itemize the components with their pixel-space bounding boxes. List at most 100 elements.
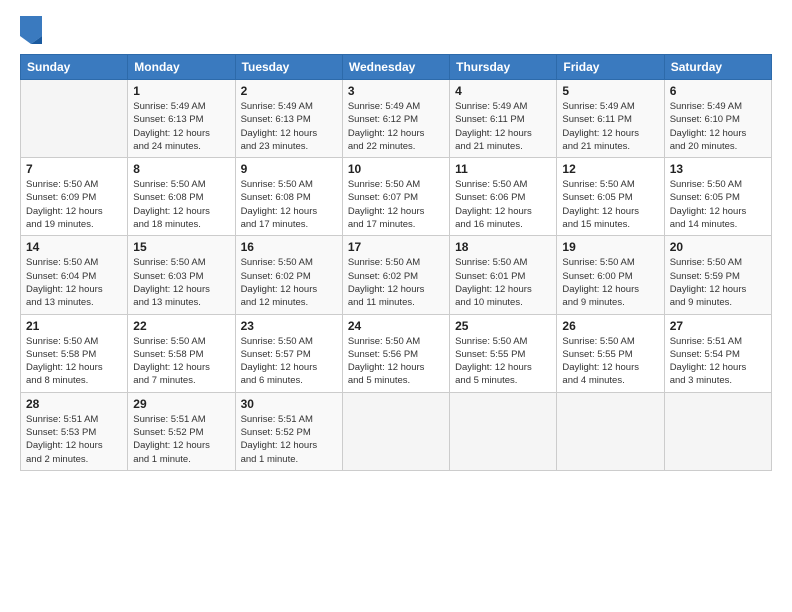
calendar-cell: 7 Sunrise: 5:50 AM Sunset: 6:09 PM Daylig…: [21, 158, 128, 236]
calendar-cell: 29 Sunrise: 5:51 AM Sunset: 5:52 PM Dayli…: [128, 392, 235, 470]
header: [20, 16, 772, 44]
calendar-cell: 8 Sunrise: 5:50 AM Sunset: 6:08 PM Daylig…: [128, 158, 235, 236]
day-info: Sunrise: 5:49 AM Sunset: 6:13 PM Dayligh…: [133, 100, 229, 153]
day-number: 27: [670, 319, 766, 333]
day-number: 23: [241, 319, 337, 333]
calendar-cell: 28 Sunrise: 5:51 AM Sunset: 5:53 PM Dayli…: [21, 392, 128, 470]
calendar-cell: [342, 392, 449, 470]
page: SundayMondayTuesdayWednesdayThursdayFrid…: [0, 0, 792, 612]
day-number: 16: [241, 240, 337, 254]
day-number: 24: [348, 319, 444, 333]
day-info: Sunrise: 5:50 AM Sunset: 5:59 PM Dayligh…: [670, 256, 766, 309]
day-info: Sunrise: 5:51 AM Sunset: 5:52 PM Dayligh…: [241, 413, 337, 466]
day-number: 2: [241, 84, 337, 98]
day-number: 21: [26, 319, 122, 333]
day-number: 14: [26, 240, 122, 254]
day-number: 10: [348, 162, 444, 176]
calendar-cell: [664, 392, 771, 470]
day-info: Sunrise: 5:50 AM Sunset: 6:03 PM Dayligh…: [133, 256, 229, 309]
calendar-cell: 25Sunrise: 5:50 AM Sunset: 5:55 PM Dayli…: [450, 314, 557, 392]
day-info: Sunrise: 5:51 AM Sunset: 5:53 PM Dayligh…: [26, 413, 122, 466]
column-header-sunday: Sunday: [21, 55, 128, 80]
day-number: 19: [562, 240, 658, 254]
calendar-cell: 19 Sunrise: 5:50 AM Sunset: 6:00 PM Dayli…: [557, 236, 664, 314]
calendar-cell: 17Sunrise: 5:50 AM Sunset: 6:02 PM Dayli…: [342, 236, 449, 314]
day-number: 18: [455, 240, 551, 254]
day-number: 12: [562, 162, 658, 176]
day-info: Sunrise: 5:49 AM Sunset: 6:12 PM Dayligh…: [348, 100, 444, 153]
calendar-cell: 18Sunrise: 5:50 AM Sunset: 6:01 PM Dayli…: [450, 236, 557, 314]
day-number: 3: [348, 84, 444, 98]
week-row-4: 21 Sunrise: 5:50 AM Sunset: 5:58 PM Dayli…: [21, 314, 772, 392]
day-info: Sunrise: 5:50 AM Sunset: 5:57 PM Dayligh…: [241, 335, 337, 388]
day-info: Sunrise: 5:51 AM Sunset: 5:52 PM Dayligh…: [133, 413, 229, 466]
calendar-cell: 22 Sunrise: 5:50 AM Sunset: 5:58 PM Dayli…: [128, 314, 235, 392]
calendar-cell: 6 Sunrise: 5:49 AM Sunset: 6:10 PM Daylig…: [664, 80, 771, 158]
day-info: Sunrise: 5:50 AM Sunset: 6:09 PM Dayligh…: [26, 178, 122, 231]
day-number: 25: [455, 319, 551, 333]
day-number: 30: [241, 397, 337, 411]
logo: [20, 16, 46, 44]
calendar-cell: 2 Sunrise: 5:49 AM Sunset: 6:13 PM Daylig…: [235, 80, 342, 158]
calendar-cell: 20Sunrise: 5:50 AM Sunset: 5:59 PM Dayli…: [664, 236, 771, 314]
day-info: Sunrise: 5:50 AM Sunset: 5:58 PM Dayligh…: [133, 335, 229, 388]
column-header-thursday: Thursday: [450, 55, 557, 80]
day-info: Sunrise: 5:49 AM Sunset: 6:10 PM Dayligh…: [670, 100, 766, 153]
day-info: Sunrise: 5:50 AM Sunset: 6:08 PM Dayligh…: [241, 178, 337, 231]
day-number: 28: [26, 397, 122, 411]
day-number: 8: [133, 162, 229, 176]
week-row-2: 7 Sunrise: 5:50 AM Sunset: 6:09 PM Daylig…: [21, 158, 772, 236]
calendar-header-row: SundayMondayTuesdayWednesdayThursdayFrid…: [21, 55, 772, 80]
calendar-cell: 14 Sunrise: 5:50 AM Sunset: 6:04 PM Dayli…: [21, 236, 128, 314]
column-header-saturday: Saturday: [664, 55, 771, 80]
calendar-cell: 9 Sunrise: 5:50 AM Sunset: 6:08 PM Daylig…: [235, 158, 342, 236]
day-number: 15: [133, 240, 229, 254]
calendar-cell: 30 Sunrise: 5:51 AM Sunset: 5:52 PM Dayli…: [235, 392, 342, 470]
day-info: Sunrise: 5:50 AM Sunset: 6:07 PM Dayligh…: [348, 178, 444, 231]
calendar-cell: 16 Sunrise: 5:50 AM Sunset: 6:02 PM Dayli…: [235, 236, 342, 314]
day-info: Sunrise: 5:50 AM Sunset: 6:06 PM Dayligh…: [455, 178, 551, 231]
calendar-cell: 10 Sunrise: 5:50 AM Sunset: 6:07 PM Dayli…: [342, 158, 449, 236]
day-info: Sunrise: 5:49 AM Sunset: 6:13 PM Dayligh…: [241, 100, 337, 153]
column-header-friday: Friday: [557, 55, 664, 80]
day-info: Sunrise: 5:49 AM Sunset: 6:11 PM Dayligh…: [455, 100, 551, 153]
day-info: Sunrise: 5:50 AM Sunset: 5:55 PM Dayligh…: [562, 335, 658, 388]
calendar-cell: [21, 80, 128, 158]
calendar-table: SundayMondayTuesdayWednesdayThursdayFrid…: [20, 54, 772, 471]
calendar-cell: 1 Sunrise: 5:49 AM Sunset: 6:13 PM Daylig…: [128, 80, 235, 158]
day-number: 6: [670, 84, 766, 98]
calendar-cell: 4 Sunrise: 5:49 AM Sunset: 6:11 PM Daylig…: [450, 80, 557, 158]
week-row-3: 14 Sunrise: 5:50 AM Sunset: 6:04 PM Dayli…: [21, 236, 772, 314]
day-info: Sunrise: 5:50 AM Sunset: 6:02 PM Dayligh…: [241, 256, 337, 309]
calendar-cell: 24 Sunrise: 5:50 AM Sunset: 5:56 PM Dayli…: [342, 314, 449, 392]
day-info: Sunrise: 5:50 AM Sunset: 6:08 PM Dayligh…: [133, 178, 229, 231]
day-number: 22: [133, 319, 229, 333]
day-info: Sunrise: 5:51 AM Sunset: 5:54 PM Dayligh…: [670, 335, 766, 388]
column-header-wednesday: Wednesday: [342, 55, 449, 80]
day-number: 4: [455, 84, 551, 98]
calendar-cell: 11 Sunrise: 5:50 AM Sunset: 6:06 PM Dayli…: [450, 158, 557, 236]
day-number: 11: [455, 162, 551, 176]
calendar-cell: 26 Sunrise: 5:50 AM Sunset: 5:55 PM Dayli…: [557, 314, 664, 392]
day-info: Sunrise: 5:49 AM Sunset: 6:11 PM Dayligh…: [562, 100, 658, 153]
day-number: 9: [241, 162, 337, 176]
day-info: Sunrise: 5:50 AM Sunset: 6:00 PM Dayligh…: [562, 256, 658, 309]
day-number: 29: [133, 397, 229, 411]
day-number: 26: [562, 319, 658, 333]
week-row-1: 1 Sunrise: 5:49 AM Sunset: 6:13 PM Daylig…: [21, 80, 772, 158]
calendar-cell: 12 Sunrise: 5:50 AM Sunset: 6:05 PM Dayli…: [557, 158, 664, 236]
calendar-cell: 27 Sunrise: 5:51 AM Sunset: 5:54 PM Dayli…: [664, 314, 771, 392]
day-info: Sunrise: 5:50 AM Sunset: 5:58 PM Dayligh…: [26, 335, 122, 388]
calendar-cell: 13 Sunrise: 5:50 AM Sunset: 6:05 PM Dayli…: [664, 158, 771, 236]
day-number: 17: [348, 240, 444, 254]
day-number: 5: [562, 84, 658, 98]
day-number: 13: [670, 162, 766, 176]
day-info: Sunrise: 5:50 AM Sunset: 6:04 PM Dayligh…: [26, 256, 122, 309]
day-info: Sunrise: 5:50 AM Sunset: 6:05 PM Dayligh…: [562, 178, 658, 231]
day-number: 7: [26, 162, 122, 176]
calendar-cell: 15 Sunrise: 5:50 AM Sunset: 6:03 PM Dayli…: [128, 236, 235, 314]
day-info: Sunrise: 5:50 AM Sunset: 6:05 PM Dayligh…: [670, 178, 766, 231]
logo-icon: [20, 16, 42, 44]
day-number: 1: [133, 84, 229, 98]
day-info: Sunrise: 5:50 AM Sunset: 5:56 PM Dayligh…: [348, 335, 444, 388]
